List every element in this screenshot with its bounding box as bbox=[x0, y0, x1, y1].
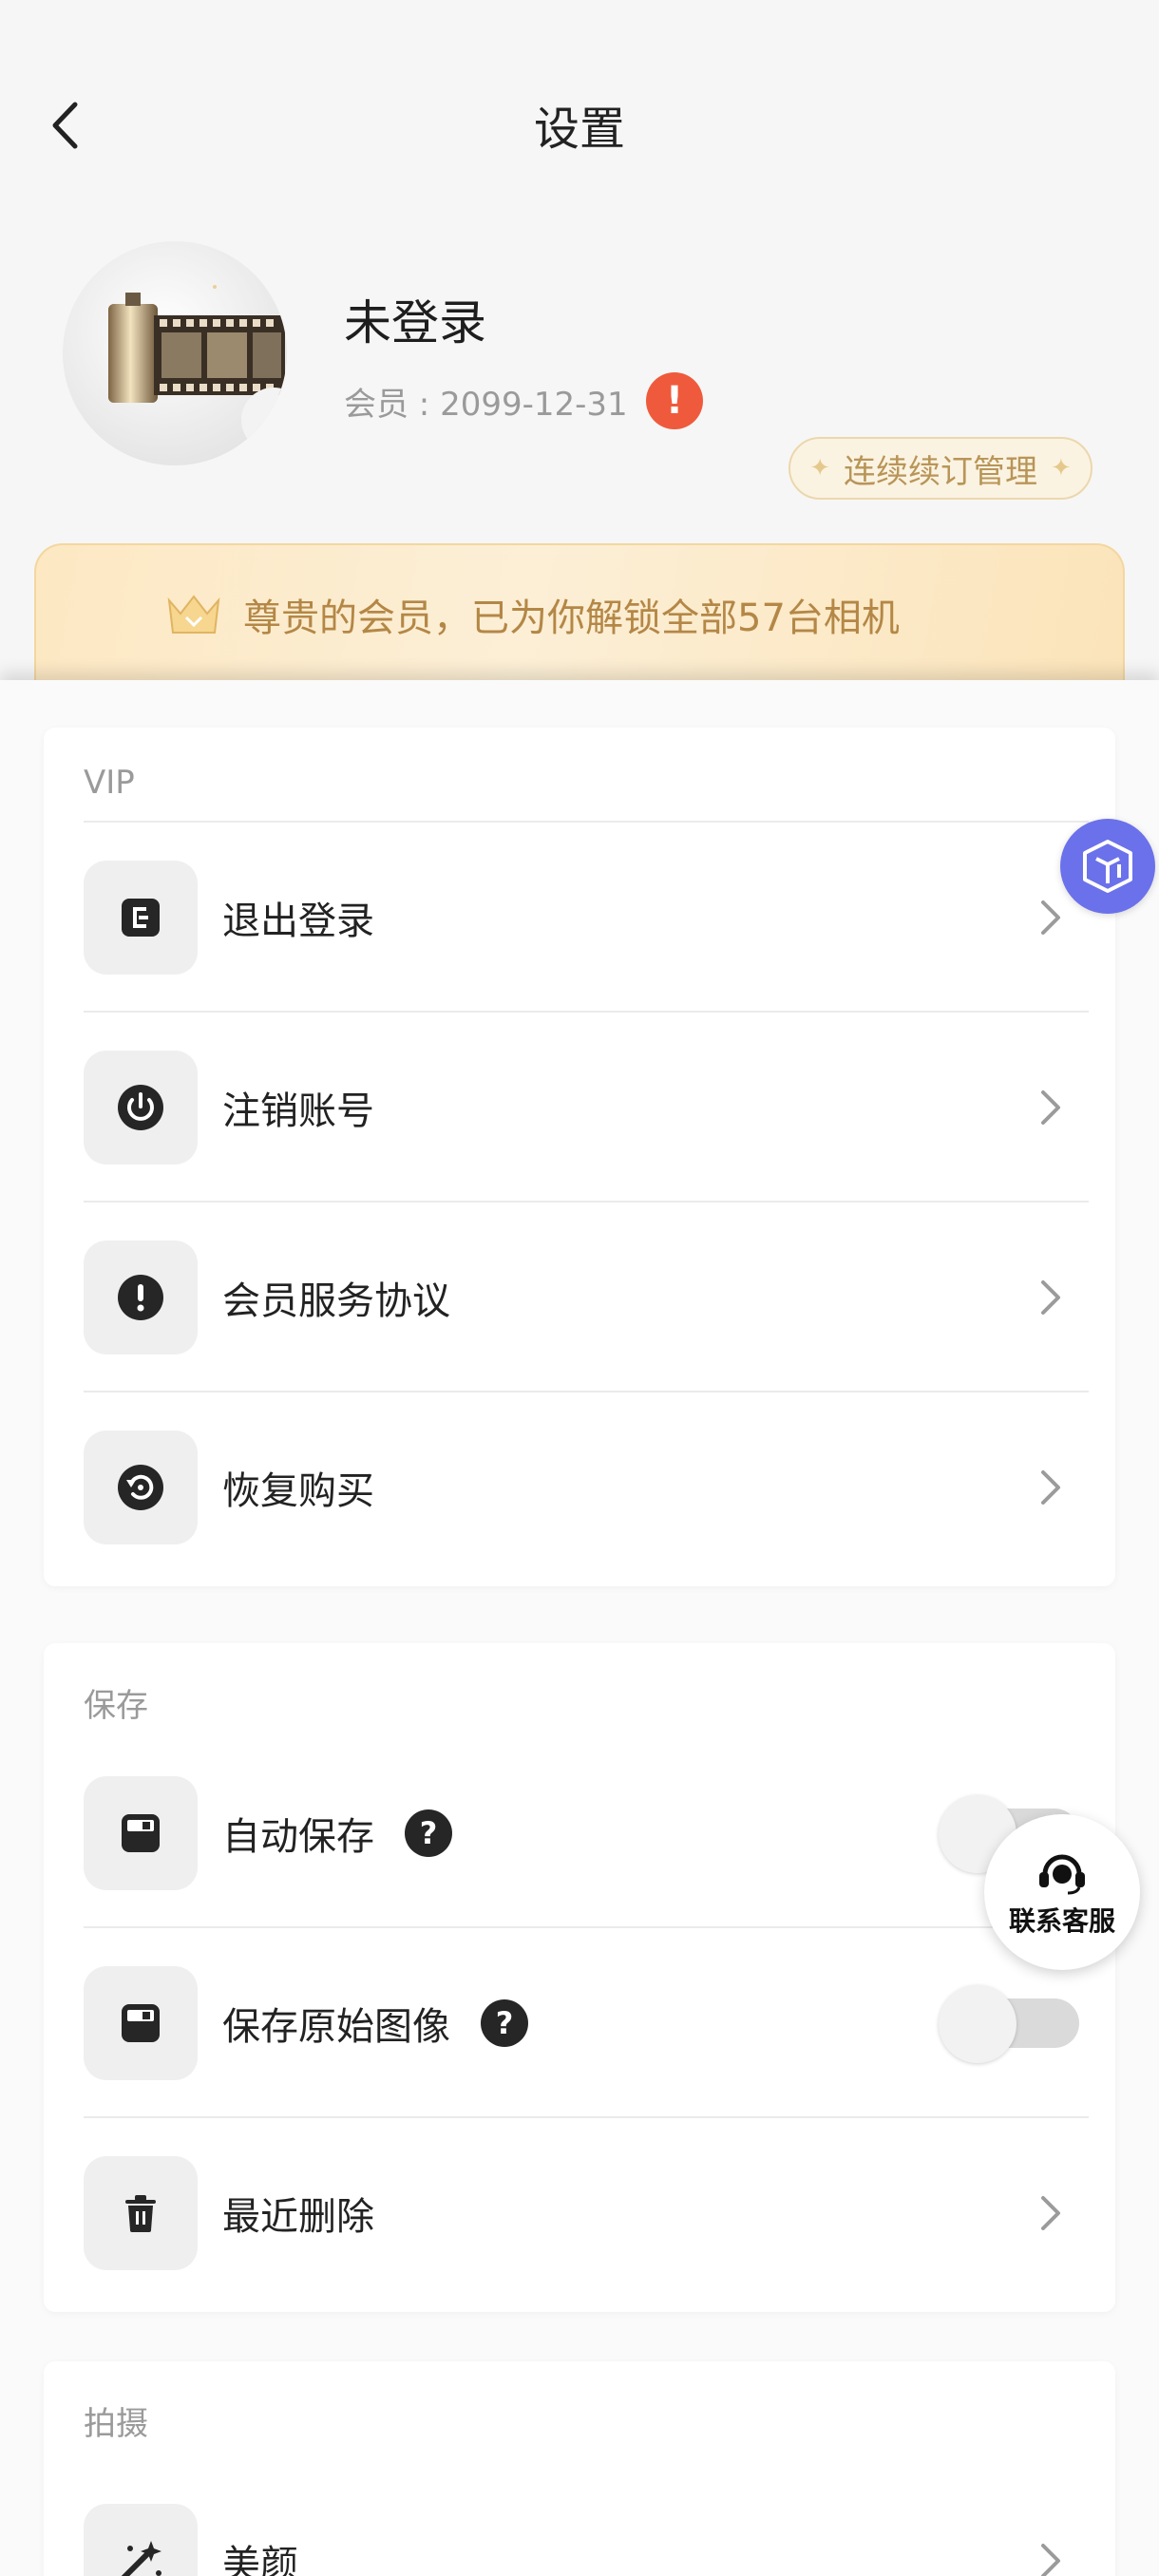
sparkle-icon: ✦ bbox=[1051, 454, 1072, 483]
row-restore-purchase[interactable]: 恢复购买 bbox=[84, 1392, 1089, 1582]
chevron-right-icon bbox=[1041, 2544, 1060, 2576]
row-label: 最近删除 bbox=[222, 2195, 374, 2239]
section-title-shoot: 拍摄 bbox=[84, 2405, 148, 2443]
page-title: 设置 bbox=[533, 103, 625, 156]
crown-icon bbox=[167, 595, 220, 634]
row-label: 退出登录 bbox=[222, 900, 374, 943]
row-auto-save[interactable]: 自动保存 ? bbox=[84, 1738, 1089, 1928]
vip-banner[interactable]: 尊贵的会员，已为你解锁全部57台相机 bbox=[34, 543, 1125, 680]
row-label: 保存原始图像 bbox=[222, 2005, 450, 2049]
row-label: 会员服务协议 bbox=[222, 1279, 450, 1323]
save-icon bbox=[84, 1966, 198, 2080]
trash-icon bbox=[84, 2156, 198, 2270]
alert-icon[interactable]: ! bbox=[646, 372, 703, 429]
row-recently-deleted[interactable]: 最近删除 bbox=[84, 2118, 1089, 2308]
shoot-section: 拍摄 美颜 bbox=[44, 2361, 1115, 2576]
profile-header: 设置 未登录 会员: 2099-12-31 ! ✦ 连续续订管理 ✦ 尊贵的会… bbox=[0, 0, 1159, 680]
settings-page: 设置 未登录 会员: 2099-12-31 ! ✦ 连续续订管理 ✦ 尊贵的会… bbox=[0, 0, 1159, 2576]
chevron-right-icon bbox=[1041, 1090, 1060, 1125]
save-icon bbox=[84, 1776, 198, 1890]
row-delete-account[interactable]: 注销账号 bbox=[84, 1013, 1089, 1203]
row-beauty[interactable]: 美颜 bbox=[84, 2466, 1089, 2576]
save-original-toggle[interactable] bbox=[939, 1985, 1079, 2063]
row-logout[interactable]: 退出登录 bbox=[84, 823, 1089, 1013]
vip-banner-text: 尊贵的会员，已为你解锁全部57台相机 bbox=[243, 597, 900, 640]
headset-icon bbox=[1039, 1854, 1085, 1895]
customer-service-label: 联系客服 bbox=[1008, 1905, 1115, 1937]
row-label: 美颜 bbox=[222, 2543, 298, 2576]
magic-wand-icon bbox=[84, 2504, 198, 2576]
help-icon[interactable]: ? bbox=[405, 1809, 452, 1857]
renew-management-label: 连续续订管理 bbox=[844, 452, 1037, 491]
section-title-vip: VIP bbox=[84, 764, 135, 802]
toggle-knob bbox=[939, 1985, 1016, 2063]
film-roll-icon bbox=[108, 285, 287, 452]
logout-icon bbox=[84, 861, 198, 975]
customer-service-button[interactable]: 联系客服 bbox=[984, 1814, 1140, 1970]
restore-icon bbox=[84, 1430, 198, 1544]
exclamation-icon bbox=[84, 1241, 198, 1354]
row-member-agreement[interactable]: 会员服务协议 bbox=[84, 1203, 1089, 1392]
power-icon bbox=[84, 1051, 198, 1165]
renew-management-button[interactable]: ✦ 连续续订管理 ✦ bbox=[788, 437, 1092, 500]
chevron-right-icon bbox=[1041, 1280, 1060, 1315]
chevron-right-icon bbox=[1041, 900, 1060, 935]
help-icon[interactable]: ? bbox=[481, 1999, 528, 2047]
settings-sheet: VIP 退出登录 注销账号 会员服务协议 恢复购买 保存 自动保存 ? 保存原始… bbox=[0, 680, 1159, 2576]
floating-cube-button[interactable] bbox=[1060, 819, 1155, 914]
cube-icon bbox=[1083, 840, 1132, 893]
chevron-right-icon bbox=[1041, 2196, 1060, 2230]
sparkle-icon: ✦ bbox=[809, 454, 830, 483]
save-section: 保存 自动保存 ? 保存原始图像 ? 最近删除 bbox=[44, 1643, 1115, 2312]
chevron-right-icon bbox=[1041, 1470, 1060, 1505]
section-title-save: 保存 bbox=[84, 1687, 148, 1725]
row-label: 自动保存 bbox=[222, 1815, 374, 1859]
row-label: 恢复购买 bbox=[222, 1469, 374, 1513]
avatar[interactable] bbox=[63, 241, 287, 465]
vip-section: VIP 退出登录 注销账号 会员服务协议 恢复购买 bbox=[44, 728, 1115, 1586]
row-label: 注销账号 bbox=[222, 1089, 374, 1133]
member-expiry: 会员 : 2099-12-31 bbox=[344, 386, 628, 424]
row-save-original[interactable]: 保存原始图像 ? bbox=[84, 1928, 1089, 2118]
user-name[interactable]: 未登录 bbox=[344, 285, 486, 353]
